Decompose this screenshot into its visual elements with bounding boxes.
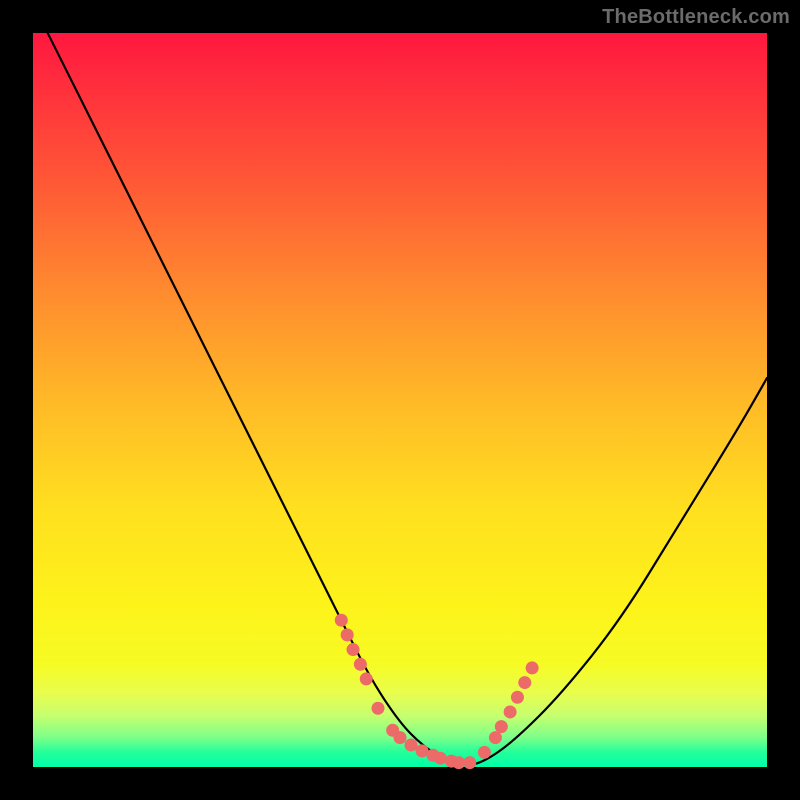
- watermark-text: TheBottleneck.com: [602, 6, 790, 29]
- bottleneck-curve: [33, 4, 767, 766]
- highlight-dot: [360, 672, 373, 685]
- highlight-dot: [463, 756, 476, 769]
- highlight-dot: [478, 746, 491, 759]
- chart-frame: TheBottleneck.com: [0, 0, 800, 800]
- chart-svg: [33, 33, 767, 767]
- highlight-dot: [518, 676, 531, 689]
- highlight-dot: [335, 614, 348, 627]
- highlight-dot: [504, 705, 517, 718]
- highlight-dot: [394, 731, 407, 744]
- highlight-dot: [371, 702, 384, 715]
- highlight-dot: [511, 691, 524, 704]
- highlight-dot: [495, 720, 508, 733]
- highlight-dot: [341, 628, 354, 641]
- highlight-dot: [526, 661, 539, 674]
- highlight-dot: [405, 738, 418, 751]
- highlight-dot: [434, 752, 447, 765]
- highlight-dot: [489, 731, 502, 744]
- highlight-dot: [347, 643, 360, 656]
- highlight-dot: [354, 658, 367, 671]
